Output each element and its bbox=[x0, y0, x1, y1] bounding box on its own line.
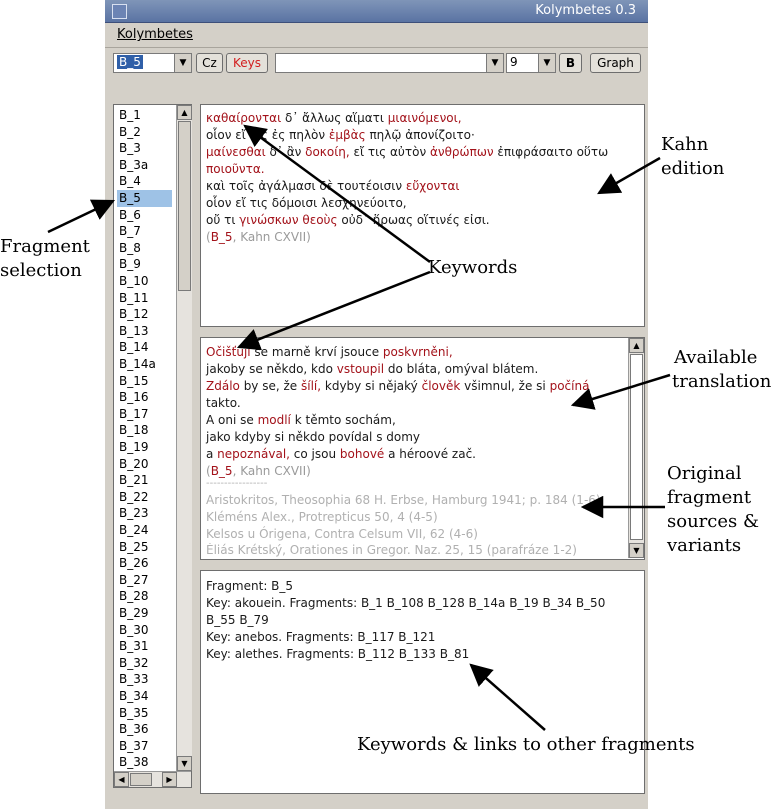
arrow-fragment-selection bbox=[47, 199, 116, 234]
annotation-arrows bbox=[47, 124, 671, 731]
arrow-kahn bbox=[597, 156, 661, 195]
arrow-keyword-greek bbox=[243, 124, 431, 264]
arrow-links bbox=[469, 663, 546, 731]
arrow-translation bbox=[570, 373, 671, 410]
arrow-keyword-czech bbox=[236, 270, 431, 351]
